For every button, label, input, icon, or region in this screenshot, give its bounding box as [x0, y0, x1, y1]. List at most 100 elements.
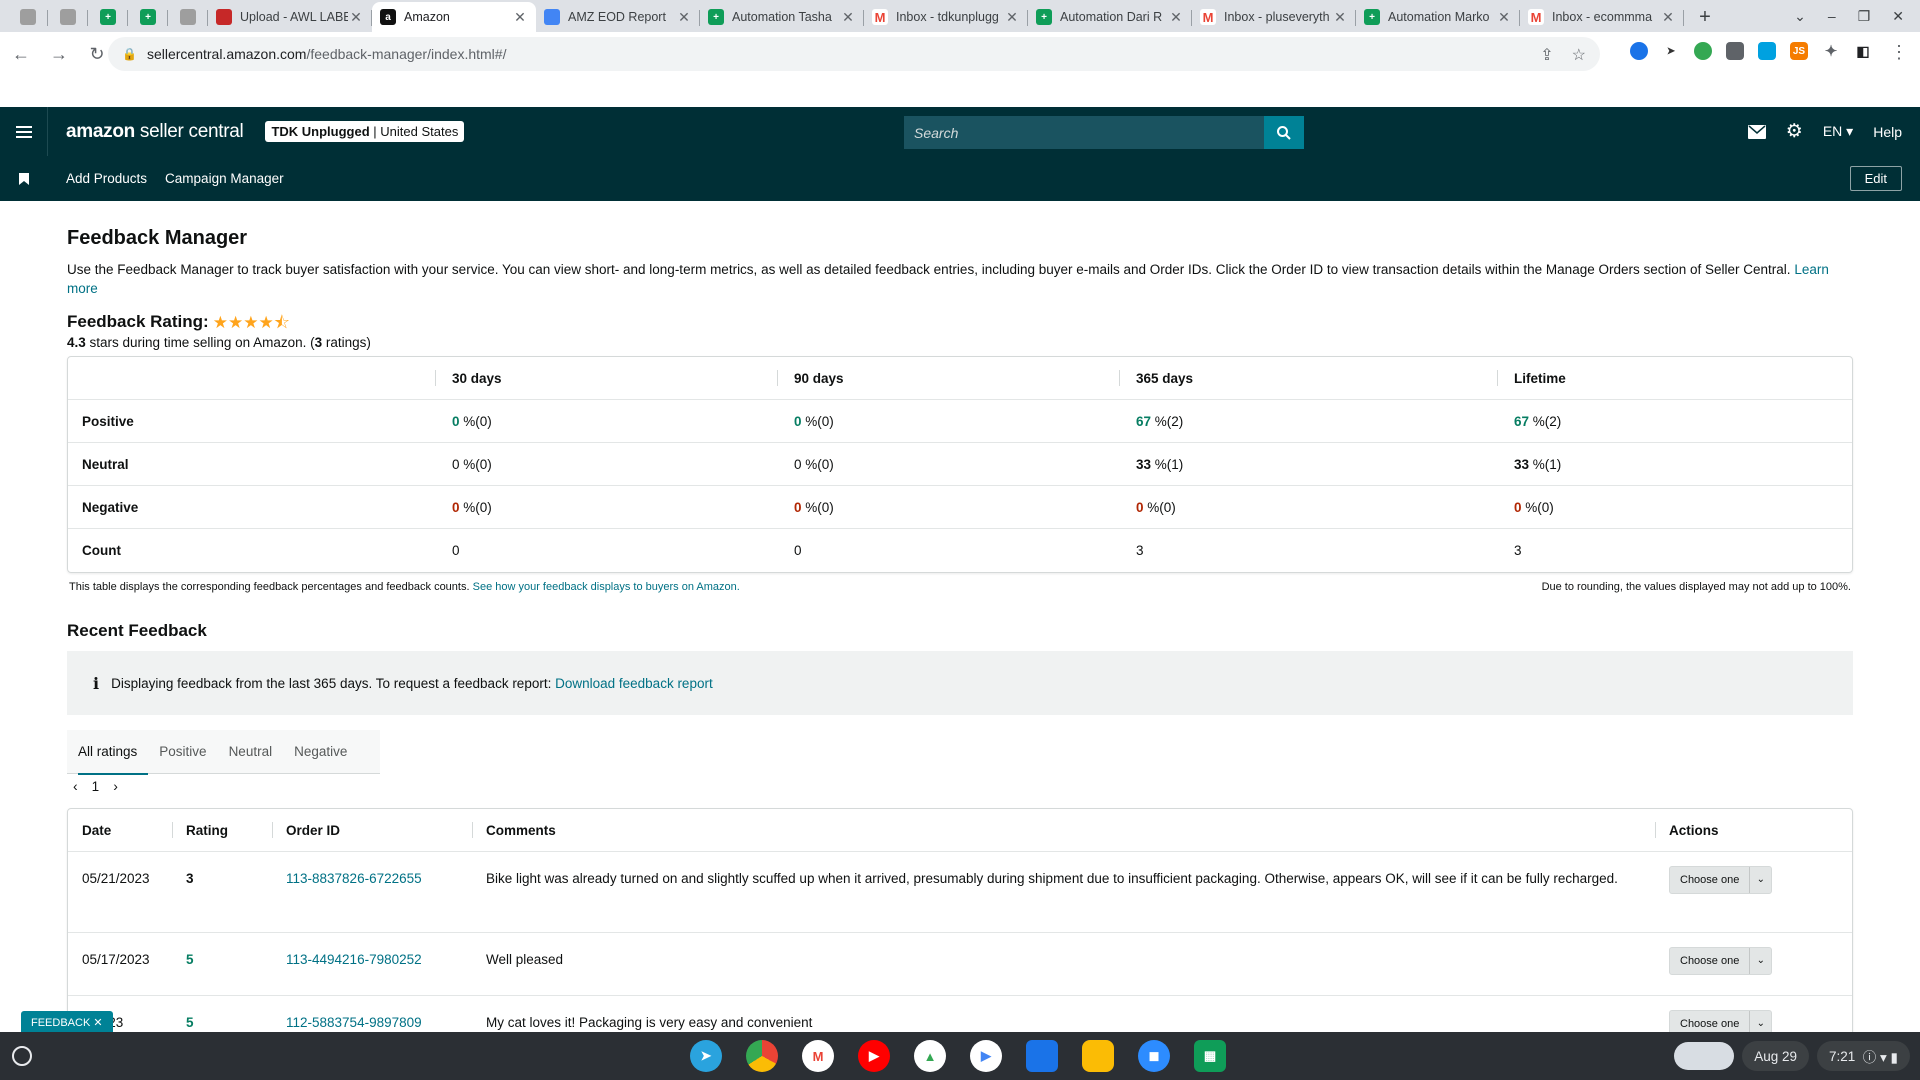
address-bar[interactable]: 🔒 sellercentral.amazon.com/feedback-mana…: [108, 37, 1600, 71]
feedback-widget-button[interactable]: FEEDBACK ✕: [21, 1011, 113, 1034]
puzzle-icon[interactable]: ✦: [1822, 42, 1840, 60]
zoom-icon[interactable]: ◼: [1138, 1040, 1170, 1072]
browser-tab[interactable]: Upload - AWL LABE ✕: [208, 2, 372, 32]
recent-feedback-title: Recent Feedback: [67, 621, 207, 640]
search-input[interactable]: [904, 116, 1264, 149]
browser-tab[interactable]: [8, 2, 48, 32]
tab-positive[interactable]: Positive: [148, 730, 217, 774]
tab-close-icon[interactable]: ✕: [840, 9, 856, 26]
generic-icon: [180, 9, 196, 25]
tab-close-icon[interactable]: ✕: [676, 9, 692, 26]
edit-nav-button[interactable]: Edit: [1849, 166, 1902, 191]
side-panel-icon[interactable]: ◧: [1854, 42, 1872, 60]
play-store-icon[interactable]: ▶: [970, 1040, 1002, 1072]
share-icon[interactable]: ⇪: [1540, 45, 1553, 65]
tab-close-icon[interactable]: ✕: [1004, 9, 1020, 26]
drive-icon[interactable]: ▲: [914, 1040, 946, 1072]
notes-icon[interactable]: [1082, 1040, 1114, 1072]
extension-icon[interactable]: [1694, 42, 1712, 60]
gmail-icon[interactable]: M: [802, 1040, 834, 1072]
tab-search-icon[interactable]: ⌄: [1794, 8, 1806, 25]
tab-close-icon[interactable]: ✕: [1168, 9, 1184, 26]
browser-tab[interactable]: M Inbox - pluseveryth ✕: [1192, 2, 1356, 32]
subnav-campaign-manager[interactable]: Campaign Manager: [165, 171, 284, 186]
minimize-icon[interactable]: –: [1828, 8, 1836, 24]
files-icon[interactable]: [1026, 1040, 1058, 1072]
choose-action-dropdown[interactable]: Choose one ⌄: [1669, 947, 1773, 975]
close-window-icon[interactable]: ✕: [1892, 8, 1904, 25]
tab-title: AMZ EOD Report: [568, 10, 666, 24]
order-id-link[interactable]: 113-8837826-6722655: [272, 852, 472, 933]
stats-cell: 0 %(0): [435, 486, 777, 529]
bookmark-star-icon[interactable]: ☆: [1572, 45, 1586, 65]
browser-tab[interactable]: AMZ EOD Report ✕: [536, 2, 700, 32]
stats-cell: 0: [452, 543, 460, 558]
settings-gear-icon[interactable]: ⚙: [1786, 120, 1803, 143]
browser-tab[interactable]: a Amazon ✕: [372, 2, 536, 32]
order-id-link[interactable]: 113-4494216-7980252: [272, 933, 472, 996]
sheets-icon[interactable]: ▦: [1194, 1040, 1226, 1072]
chrome-icon[interactable]: [746, 1040, 778, 1072]
tray-date[interactable]: Aug 29: [1742, 1041, 1809, 1071]
mail-icon[interactable]: [1747, 124, 1766, 139]
browser-tab[interactable]: + Automation Dari R ✕: [1028, 2, 1192, 32]
prev-page-icon[interactable]: ‹: [73, 778, 78, 794]
browser-tab[interactable]: + Automation Marko ✕: [1356, 2, 1520, 32]
browser-tab[interactable]: +: [128, 2, 168, 32]
extension-icon[interactable]: [1758, 42, 1776, 60]
browser-tab[interactable]: M Inbox - tdkunplugg ✕: [864, 2, 1028, 32]
stats-row-label: Count: [82, 543, 121, 558]
back-icon[interactable]: ←: [4, 37, 38, 71]
extension-icon[interactable]: [1630, 42, 1648, 60]
tab-close-icon[interactable]: ✕: [1660, 9, 1676, 26]
feedback-display-link[interactable]: See how your feedback displays to buyers…: [473, 581, 740, 593]
help-link[interactable]: Help: [1873, 124, 1902, 140]
current-page[interactable]: 1: [92, 779, 100, 794]
tab-close-icon[interactable]: ✕: [1496, 9, 1512, 26]
browser-tab[interactable]: [48, 2, 88, 32]
telegram-icon[interactable]: ➤: [690, 1040, 722, 1072]
browser-menu-icon[interactable]: ⋮: [1890, 42, 1908, 63]
extension-icon[interactable]: ➤: [1662, 42, 1680, 60]
choose-action-dropdown[interactable]: Choose one ⌄: [1669, 866, 1773, 894]
seller-central-logo[interactable]: amazon seller central: [66, 121, 244, 143]
generic-icon: [60, 9, 76, 25]
download-report-link[interactable]: Download feedback report: [555, 676, 713, 691]
extension-icon[interactable]: JS: [1790, 42, 1808, 60]
hamburger-menu-icon[interactable]: [0, 107, 48, 156]
forward-icon[interactable]: →: [42, 37, 76, 71]
stats-header-lifetime: Lifetime: [1497, 357, 1852, 400]
holding-space-icon[interactable]: [1674, 1042, 1735, 1070]
tab-close-icon[interactable]: ✕: [1332, 9, 1348, 26]
bookmark-icon[interactable]: [0, 172, 48, 185]
tray-status[interactable]: 7:21 ⓘ ▾ ▮: [1817, 1041, 1910, 1071]
launcher-icon[interactable]: [12, 1046, 32, 1066]
extension-icon[interactable]: [1726, 42, 1744, 60]
store-selector[interactable]: TDK Unplugged | United States: [265, 121, 465, 142]
intro-text: Use the Feedback Manager to track buyer …: [67, 262, 1829, 296]
feedback-rating: 5: [172, 933, 272, 996]
new-tab-button[interactable]: +: [1690, 2, 1720, 32]
browser-tab[interactable]: +: [88, 2, 128, 32]
gmail-icon: M: [1200, 9, 1216, 25]
gmail-icon: M: [872, 9, 888, 25]
next-page-icon[interactable]: ›: [113, 778, 118, 794]
subnav-add-products[interactable]: Add Products: [66, 171, 147, 186]
language-selector[interactable]: EN ▾: [1823, 123, 1853, 140]
tab-all-ratings[interactable]: All ratings: [67, 730, 149, 775]
url-domain: sellercentral.amazon.com: [146, 46, 307, 62]
restore-icon[interactable]: ❐: [1858, 8, 1871, 25]
youtube-icon[interactable]: ▶: [858, 1040, 890, 1072]
tab-negative[interactable]: Negative: [283, 730, 358, 774]
stats-cell: 0 %(0): [1119, 486, 1497, 529]
search-button[interactable]: [1264, 116, 1304, 149]
browser-tab[interactable]: + Automation Tasha ✕: [700, 2, 864, 32]
browser-tab[interactable]: [168, 2, 208, 32]
system-tray: Aug 29 7:21 ⓘ ▾ ▮: [1674, 1041, 1910, 1071]
sheets-icon: +: [1036, 9, 1052, 25]
stats-header-30: 30 days: [435, 357, 777, 400]
tab-close-icon[interactable]: ✕: [512, 9, 528, 26]
tab-close-icon[interactable]: ✕: [348, 9, 364, 26]
browser-tab[interactable]: M Inbox - ecommma ✕: [1520, 2, 1684, 32]
tab-neutral[interactable]: Neutral: [218, 730, 284, 774]
